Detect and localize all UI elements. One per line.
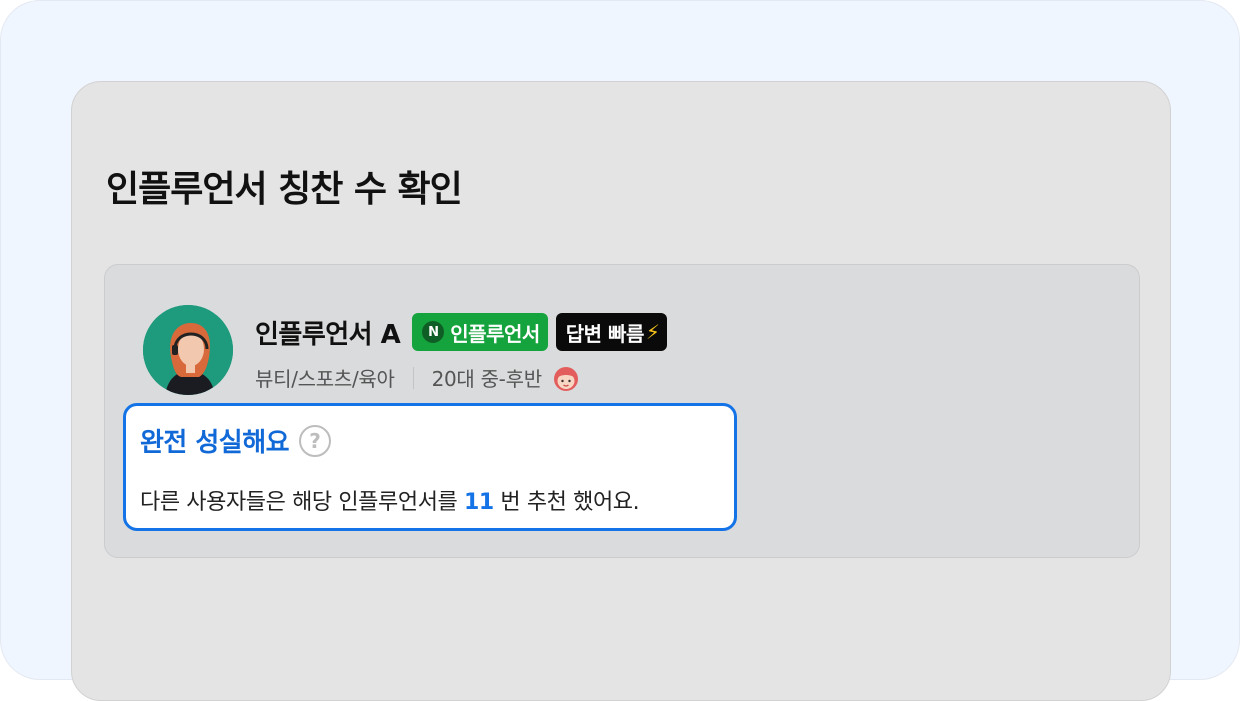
meta-divider (412, 366, 414, 389)
influencer-card: 인플루언서 A N 인플루언서 답변 빠름 ⚡ 뷰티/스포츠/육아 20대 중-… (104, 264, 1140, 558)
influencer-header: 인플루언서 A N 인플루언서 답변 빠름 ⚡ (255, 313, 668, 351)
influencer-name: 인플루언서 A (255, 319, 401, 350)
praise-text-before: 다른 사용자들은 해당 인플루언서를 (140, 490, 464, 515)
influencer-badge-label: 인플루언서 (450, 321, 540, 346)
girl-face-icon (553, 366, 578, 391)
naver-n-icon: N (422, 321, 445, 343)
modal-panel: 인플루언서 칭찬 수 확인 인플루언서 A N 인플루언서 답변 빠름 ⚡ 뷰티… (71, 81, 1171, 701)
praise-title-row: 완전 성실해요 ? (140, 422, 332, 459)
lightning-icon: ⚡ (645, 320, 660, 344)
praise-description: 다른 사용자들은 해당 인플루언서를 11 번 추천 했어요. (140, 484, 640, 516)
page-title: 인플루언서 칭찬 수 확인 (106, 169, 463, 210)
fast-reply-badge: 답변 빠름 ⚡ (555, 313, 668, 351)
fast-reply-label: 답변 빠름 (565, 321, 645, 346)
influencer-badge: N 인플루언서 (412, 313, 548, 351)
influencer-meta: 뷰티/스포츠/육아 20대 중-후반 (255, 363, 580, 392)
age-text: 20대 중-후반 (431, 367, 543, 391)
praise-count: 11 (463, 490, 494, 515)
praise-highlight-box: 완전 성실해요 ? 다른 사용자들은 해당 인플루언서를 11 번 추천 했어요… (123, 403, 737, 531)
help-icon[interactable]: ? (299, 424, 332, 457)
user-avatar-icon (143, 305, 233, 395)
outer-frame: 인플루언서 칭찬 수 확인 인플루언서 A N 인플루언서 답변 빠름 ⚡ 뷰티… (0, 0, 1240, 701)
praise-text-after: 번 추천 했어요. (493, 490, 640, 515)
praise-title: 완전 성실해요 (140, 428, 290, 458)
category-text: 뷰티/스포츠/육아 (255, 367, 395, 391)
